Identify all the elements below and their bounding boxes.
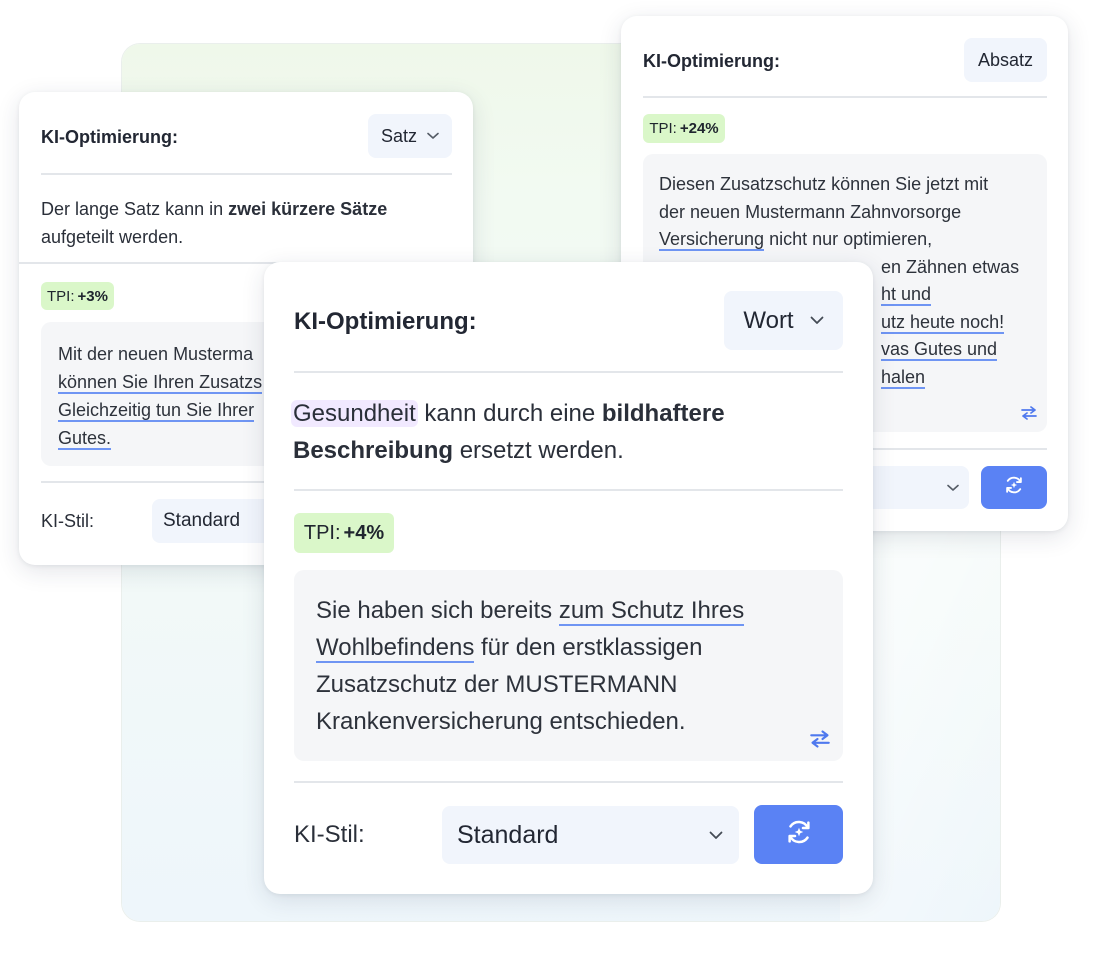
- left-tpi-value: +3%: [77, 287, 108, 305]
- center-text-underlined-2: Wohlbefindens: [316, 634, 475, 663]
- swap-arrows-icon[interactable]: [810, 730, 830, 753]
- center-description-middle: kann durch eine: [417, 400, 602, 427]
- left-style-select-value: Standard: [163, 510, 241, 531]
- refresh-sparkle-icon: [1003, 474, 1025, 501]
- right-text-line-6: utz heute noch!: [881, 311, 1005, 334]
- chevron-down-icon: [709, 831, 723, 840]
- center-description-bold-1: bildhaftere: [601, 400, 725, 427]
- center-style-label: KI-Stil:: [294, 821, 365, 848]
- left-text-line-2: können Sie Ihren Zusatzs: [58, 372, 263, 394]
- left-card-title: KI-Optimierung:: [41, 127, 178, 147]
- right-divider-top: [643, 96, 1047, 98]
- left-description-before: Der lange Satz kann in: [41, 199, 229, 219]
- right-text-underlined-word: Versicherung: [659, 229, 765, 251]
- center-divider-bottom: [294, 781, 843, 783]
- right-card-title: KI-Optimierung:: [643, 51, 780, 71]
- right-text-line-4: en Zähnen etwas: [881, 256, 1020, 277]
- center-description-after: ersetzt werden.: [453, 437, 624, 464]
- center-style-select[interactable]: Standard: [442, 806, 739, 864]
- center-tpi-badge: TPI: +4%: [294, 513, 394, 553]
- chevron-down-icon: [427, 132, 439, 140]
- center-tpi-label: TPI:: [303, 521, 341, 544]
- left-tpi-label: TPI:: [47, 287, 75, 305]
- right-mode-select[interactable]: Absatz: [964, 38, 1047, 82]
- chevron-down-icon: [947, 484, 959, 492]
- right-text-line-2: der neuen Mustermann Zahnvorsorge: [659, 201, 962, 222]
- center-text-line-2-rest: für den erstklassigen: [474, 634, 703, 661]
- center-tpi-value: +4%: [343, 521, 385, 544]
- center-text-box: Sie haben sich bereits zum Schutz Ihres …: [294, 570, 843, 761]
- center-mode-select[interactable]: Wort: [724, 291, 843, 350]
- left-tpi-badge: TPI: +3%: [41, 282, 114, 310]
- center-divider-middle: [294, 489, 843, 491]
- left-description-after: aufgeteilt werden.: [41, 227, 184, 247]
- highlighted-word: Gesundheit: [291, 400, 418, 427]
- center-text-line-4: Krankenversicherung entschieden.: [316, 708, 686, 735]
- right-text-line-7: vas Gutes und: [881, 339, 998, 361]
- left-text-line-3: Gleichzeitig tun Sie Ihrer: [58, 400, 255, 422]
- refresh-sparkle-icon: [784, 817, 814, 852]
- center-style-select-value: Standard: [457, 820, 559, 849]
- right-text-line-5: ht und: [881, 284, 932, 306]
- center-description-bold-2: Beschreibung: [293, 437, 454, 464]
- left-description: Der lange Satz kann in zwei kürzere Sätz…: [41, 195, 451, 251]
- right-text-line-1: Diesen Zusatzschutz können Sie jetzt mit: [659, 174, 989, 194]
- left-style-label: KI-Stil:: [41, 511, 95, 531]
- center-text-line-1-start: Sie haben sich bereits: [316, 597, 559, 624]
- center-description: Gesundheit kann durch eine bildhaftere B…: [291, 395, 846, 469]
- center-optimization-card: KI-Optimierung: Wort Gesundheit kann dur…: [264, 262, 873, 894]
- center-card-title: KI-Optimierung:: [294, 308, 477, 335]
- left-divider-top: [41, 173, 452, 175]
- center-mode-select-value: Wort: [743, 306, 794, 334]
- center-text-line-3: Zusatzschutz der MUSTERMANN: [316, 671, 678, 698]
- right-text-line-8: halen: [881, 366, 926, 389]
- right-refresh-button[interactable]: [981, 466, 1047, 509]
- right-mode-select-value: Absatz: [977, 49, 1034, 70]
- chevron-down-icon: [810, 316, 824, 325]
- center-refresh-button[interactable]: [754, 805, 843, 864]
- swap-arrows-icon[interactable]: [1021, 406, 1037, 425]
- left-mode-select[interactable]: Satz: [368, 114, 452, 158]
- left-text-line-1: Mit der neuen Musterma: [58, 344, 254, 364]
- right-tpi-label: TPI:: [649, 120, 677, 137]
- center-divider-top: [294, 371, 843, 373]
- right-style-select[interactable]: [861, 466, 969, 509]
- right-tpi-value: +24%: [679, 120, 719, 137]
- right-text-line-3-rest: nicht nur optimieren,: [764, 229, 933, 249]
- left-mode-select-value: Satz: [380, 125, 418, 146]
- center-text-underlined-1: zum Schutz Ihres: [558, 597, 745, 626]
- left-description-bold: zwei kürzere Sätze: [228, 199, 388, 219]
- right-tpi-badge: TPI: +24%: [643, 114, 725, 143]
- left-text-line-4: Gutes.: [58, 428, 112, 450]
